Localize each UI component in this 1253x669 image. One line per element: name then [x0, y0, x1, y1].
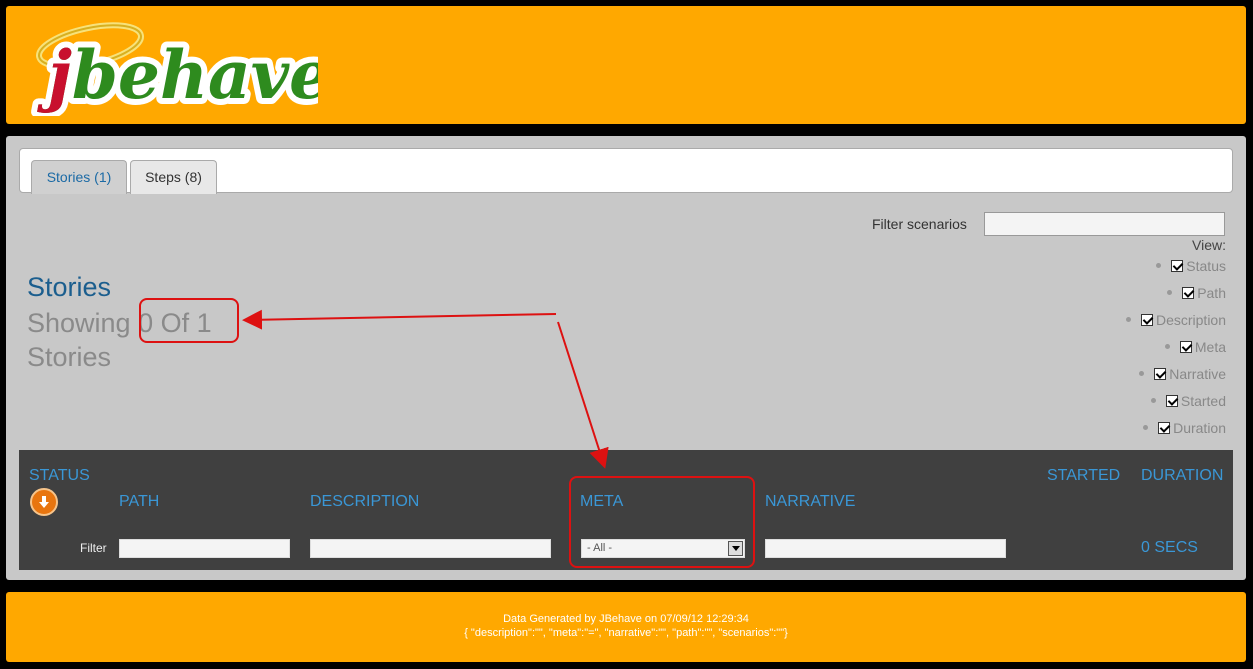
checkbox-checked-icon[interactable] [1140, 313, 1153, 326]
footer-bar: Data Generated by JBehave on 07/09/12 12… [6, 592, 1246, 662]
checkbox-checked-icon[interactable] [1182, 286, 1195, 299]
view-option-narrative: Narrative [1126, 360, 1226, 387]
generated-text: Data Generated by JBehave on 07/09/12 12… [503, 613, 749, 625]
view-option-description: Description [1125, 306, 1226, 333]
filter-scenarios-label: Filter scenarios [872, 216, 967, 232]
bullet-icon [1139, 371, 1145, 376]
annotation-box-count [139, 298, 239, 343]
header-bar: jbehave jbehave j [6, 6, 1246, 124]
showing-suffix: Stories [27, 342, 112, 372]
view-option-status: Status [1126, 252, 1226, 279]
checkbox-checked-icon[interactable] [1165, 394, 1178, 407]
header-started[interactable]: STARTED [1047, 467, 1120, 485]
tab-steps[interactable]: Steps (8) [130, 160, 217, 194]
view-option-started: Started [1126, 387, 1226, 414]
header-narrative[interactable]: NARRATIVE [765, 493, 855, 511]
annotation-box-meta [569, 476, 755, 568]
jbehave-logo[interactable]: jbehave jbehave j [28, 16, 337, 120]
bullet-icon [1156, 263, 1162, 268]
duration-total: 0 SECS [1141, 539, 1198, 556]
bullet-icon [1143, 425, 1149, 430]
view-option-label: Status [1186, 257, 1226, 274]
path-filter-input[interactable] [119, 539, 290, 558]
checkbox-checked-icon[interactable] [1158, 421, 1171, 434]
view-option-label: Path [1197, 284, 1226, 301]
filter-scenarios-input[interactable] [984, 212, 1225, 236]
description-filter-input[interactable] [310, 539, 551, 558]
filter-json-text: { "description":"", "meta":"=", "narrati… [464, 627, 788, 639]
checkbox-checked-icon[interactable] [1154, 367, 1167, 380]
view-option-label: Duration [1173, 419, 1226, 436]
view-option-label: Started [1180, 392, 1226, 409]
header-path[interactable]: PATH [119, 493, 159, 511]
svg-text:jbehave: jbehave [37, 36, 318, 114]
header-description[interactable]: DESCRIPTION [310, 493, 419, 511]
view-option-label: Narrative [1169, 365, 1226, 382]
view-option-duration: Duration [1126, 414, 1226, 441]
bullet-icon [1150, 398, 1156, 403]
view-options-list: Status Path Description Meta Narrative S… [1125, 252, 1226, 441]
arrow-down-circle-icon[interactable] [30, 488, 58, 516]
filter-row-label: Filter [80, 541, 107, 555]
bullet-icon [1167, 290, 1173, 295]
view-option-label: Meta [1194, 338, 1226, 355]
header-duration[interactable]: DURATION [1141, 467, 1223, 485]
checkbox-checked-icon[interactable] [1179, 340, 1192, 353]
view-label: View: [1192, 237, 1226, 253]
showing-prefix: Showing [27, 308, 131, 338]
bullet-icon [1164, 344, 1170, 349]
bullet-icon [1125, 317, 1131, 322]
stories-title: Stories [27, 272, 112, 302]
checkbox-checked-icon[interactable] [1171, 259, 1184, 272]
tab-bar: Stories (1) Steps (8) [19, 148, 1233, 194]
narrative-filter-input[interactable] [765, 539, 1006, 558]
header-status[interactable]: STATUS [29, 467, 90, 485]
view-option-meta: Meta [1126, 333, 1226, 360]
view-option-label: Description [1155, 311, 1226, 328]
tab-stories[interactable]: Stories (1) [31, 160, 127, 194]
view-option-path: Path [1126, 279, 1226, 306]
